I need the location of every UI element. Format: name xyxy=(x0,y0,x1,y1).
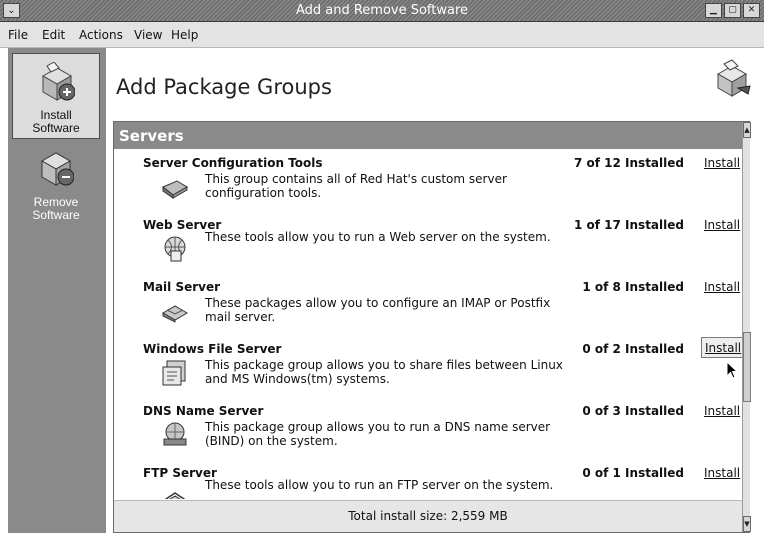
group-description: This package group allows you to run a D… xyxy=(205,420,551,448)
group-name: DNS Name Server xyxy=(143,404,264,418)
install-button-hover[interactable]: Install xyxy=(701,337,742,358)
maximize-button[interactable]: ▢ xyxy=(724,3,741,18)
web-server-icon xyxy=(164,236,186,262)
vertical-scrollbar[interactable]: ▲ ▼ xyxy=(742,122,751,532)
sidebar-item-install-software[interactable]: Install Software xyxy=(12,53,100,139)
remove-software-icon xyxy=(40,152,74,186)
ftp-server-icon xyxy=(164,492,186,499)
sidebar-item-label: Remove Software xyxy=(32,195,80,222)
scroll-down-arrow-icon[interactable]: ▼ xyxy=(743,516,751,532)
group-name: Server Configuration Tools xyxy=(143,156,323,170)
scroll-up-arrow-icon[interactable]: ▲ xyxy=(743,122,751,138)
sidebar-item-label: Install Software xyxy=(32,108,80,135)
menu-bar: File Edit Actions View Help xyxy=(0,22,764,48)
total-install-size: Total install size: 2,559 MB xyxy=(348,509,508,523)
install-link[interactable]: Install xyxy=(704,156,740,170)
group-status: 0 of 2 Installed xyxy=(582,342,684,356)
group-name: Windows File Server xyxy=(143,342,282,356)
install-size-footer: Total install size: 2,559 MB xyxy=(114,500,742,532)
windows-file-server-icon xyxy=(162,360,186,386)
group-description: This group contains all of Red Hat's cus… xyxy=(205,172,507,200)
install-link[interactable]: Install xyxy=(704,280,740,294)
sidebar: Install Software Remove Software xyxy=(8,48,106,533)
package-group-row: DNS Name Server 0 of 3 Installed Install… xyxy=(114,397,742,459)
install-link[interactable]: Install xyxy=(704,404,740,418)
window-titlebar[interactable]: ⌄ Add and Remove Software ▁ ▢ ✕ xyxy=(0,0,764,22)
group-status: 7 of 12 Installed xyxy=(574,156,684,170)
package-group-row: Web Server 1 of 17 Installed Install The… xyxy=(114,211,742,273)
menu-help[interactable]: Help xyxy=(171,28,198,42)
package-group-row: Server Configuration Tools 7 of 12 Insta… xyxy=(114,149,742,211)
group-status: 0 of 3 Installed xyxy=(582,404,684,418)
group-description: These packages allow you to configure an… xyxy=(205,296,551,324)
menu-actions[interactable]: Actions xyxy=(79,28,123,42)
group-description: These tools allow you to run an FTP serv… xyxy=(205,478,554,492)
server-config-book-icon xyxy=(162,180,188,199)
package-group-row: Windows File Server 0 of 2 Installed Ins… xyxy=(114,335,742,397)
main-panel: Add Package Groups Servers Server Config… xyxy=(106,48,764,533)
package-group-section: Servers Server Configuration Tools 7 of … xyxy=(113,121,751,533)
install-software-icon xyxy=(41,62,75,101)
minimize-button[interactable]: ▁ xyxy=(705,3,722,18)
package-group-list: Server Configuration Tools 7 of 12 Insta… xyxy=(114,149,742,499)
install-link[interactable]: Install xyxy=(704,218,740,232)
close-button[interactable]: ✕ xyxy=(743,3,760,18)
section-header: Servers xyxy=(114,122,742,149)
menu-edit[interactable]: Edit xyxy=(42,28,65,42)
mouse-pointer-icon xyxy=(726,361,738,379)
group-name: Mail Server xyxy=(143,280,221,294)
install-link[interactable]: Install xyxy=(704,466,740,480)
mail-server-icon xyxy=(162,305,188,323)
package-manager-icon xyxy=(716,59,751,97)
scrollbar-thumb[interactable] xyxy=(743,332,751,402)
group-description: These tools allow you to run a Web serve… xyxy=(205,230,551,244)
menu-view[interactable]: View xyxy=(134,28,162,42)
group-status: 1 of 8 Installed xyxy=(582,280,684,294)
dns-server-icon xyxy=(163,422,187,446)
package-group-row: FTP Server 0 of 1 Installed Install Thes… xyxy=(114,459,742,499)
package-group-row: Mail Server 1 of 8 Installed Install The… xyxy=(114,273,742,335)
sidebar-item-remove-software[interactable]: Remove Software xyxy=(12,141,100,227)
page-title: Add Package Groups xyxy=(116,75,332,99)
window-title: Add and Remove Software xyxy=(295,3,469,18)
menu-file[interactable]: File xyxy=(8,28,28,42)
group-description: This package group allows you to share f… xyxy=(205,358,563,386)
